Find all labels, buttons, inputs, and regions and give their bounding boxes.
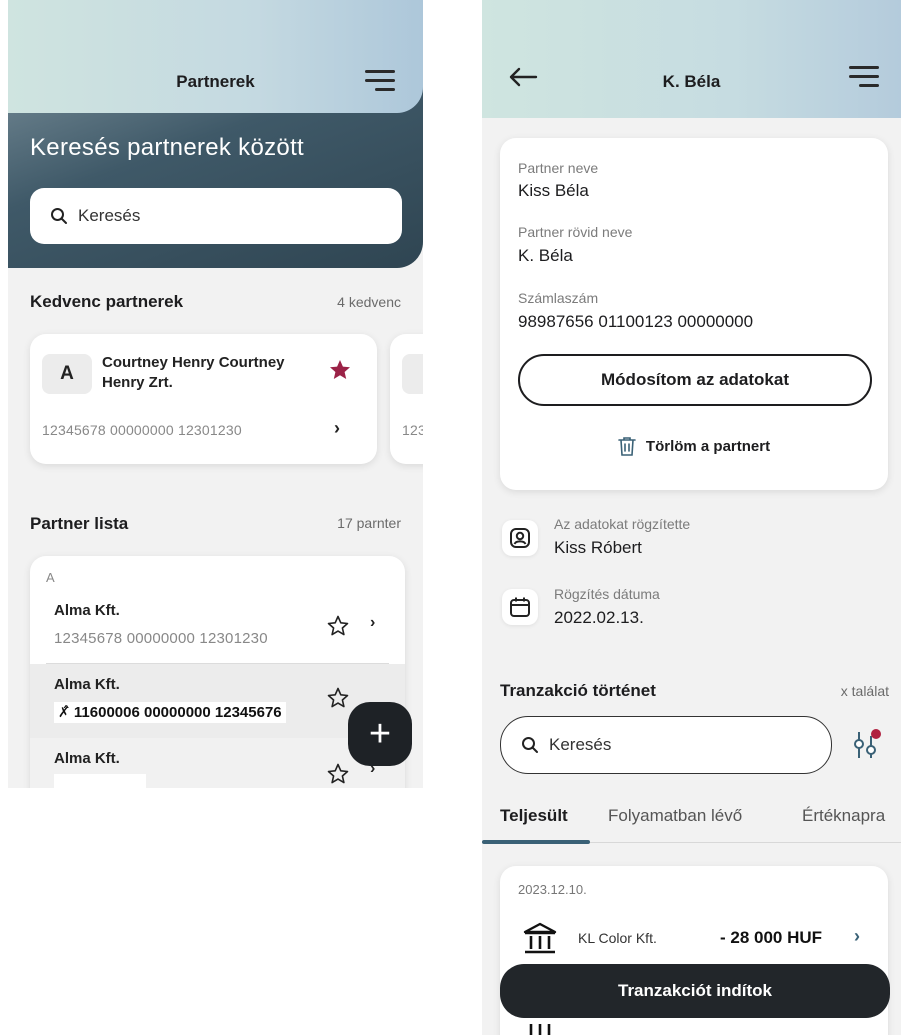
short-name-value: K. Béla bbox=[518, 246, 573, 265]
star-outline-icon[interactable] bbox=[326, 614, 350, 638]
bank-icon bbox=[523, 922, 557, 954]
partner-name-label: Partner neve bbox=[518, 160, 599, 176]
user-icon bbox=[502, 520, 538, 556]
group-letter: A bbox=[46, 570, 55, 585]
partner-account: 12345678 00000000 12301230 bbox=[42, 422, 242, 438]
transactions-count: x találat bbox=[840, 683, 889, 699]
record-date-label: Rögzítés dátuma bbox=[554, 586, 660, 602]
transactions-title: Tranzakció történet bbox=[500, 681, 656, 700]
trash-icon bbox=[618, 437, 636, 456]
list-item[interactable]: Alma Kft. 12345678 00000000 12301230 › bbox=[30, 592, 405, 664]
list-item-name: Alma Kft. bbox=[54, 750, 120, 767]
edit-partner-button[interactable]: Módosítom az adatokat bbox=[518, 354, 872, 406]
list-item-account bbox=[54, 774, 146, 788]
page-title: K. Béla bbox=[662, 72, 721, 91]
chevron-right-icon[interactable]: › bbox=[370, 614, 375, 632]
short-name-label: Partner rövid neve bbox=[518, 224, 633, 240]
avatar: A bbox=[42, 354, 92, 394]
favorite-partner-card[interactable]: A Courtney Henry Courtney Henry Zrt. 123… bbox=[30, 334, 377, 464]
account-label: Számlaszám bbox=[518, 290, 599, 306]
transaction-search-input[interactable]: Keresés bbox=[500, 716, 832, 774]
favorites-count: 4 kedvenc bbox=[337, 294, 401, 310]
menu-icon[interactable] bbox=[365, 70, 395, 92]
partners-screen: Partnerek Keresés partnerek között Keres… bbox=[8, 0, 423, 788]
search-placeholder: Keresés bbox=[549, 735, 612, 754]
calendar-icon bbox=[502, 589, 538, 625]
transaction-row[interactable]: KL Color Kft. - 28 000 HUF › bbox=[500, 918, 888, 966]
list-item-name: Alma Kft. bbox=[54, 602, 120, 619]
star-outline-icon[interactable] bbox=[326, 762, 350, 786]
account-value: 98987656 01100123 00000000 bbox=[518, 312, 754, 331]
partner-account: 123 bbox=[402, 422, 423, 438]
add-partner-button[interactable]: + bbox=[348, 702, 412, 766]
list-item-account: ✗̂ 11600006 00000000 12345676 bbox=[54, 702, 286, 723]
search-icon bbox=[51, 208, 67, 224]
recorded-by-value: Kiss Róbert bbox=[554, 538, 642, 557]
search-icon bbox=[522, 737, 538, 753]
partner-list: A Alma Kft. 12345678 00000000 12301230 ›… bbox=[30, 556, 405, 788]
delete-partner-label: Törlöm a partnert bbox=[645, 437, 771, 455]
tab-value-date[interactable]: Értéknapra bbox=[802, 806, 885, 826]
recorded-by-label: Az adatokat rögzítette bbox=[554, 516, 691, 532]
tab-in-progress[interactable]: Folyamatban lévő bbox=[608, 806, 742, 826]
list-item-name: Alma Kft. bbox=[54, 676, 120, 693]
tab-indicator bbox=[482, 840, 590, 844]
tab-completed[interactable]: Teljesült bbox=[500, 806, 568, 826]
delete-partner-button[interactable]: Törlöm a partnert bbox=[500, 436, 888, 456]
avatar bbox=[402, 354, 423, 394]
partner-details-card: Partner neve Kiss Béla Partner rövid nev… bbox=[500, 138, 888, 490]
partner-name-value: Kiss Béla bbox=[518, 181, 589, 200]
search-input[interactable]: Keresés bbox=[30, 188, 402, 244]
partner-list-count: 17 parnter bbox=[337, 515, 401, 531]
partner-detail-screen: K. Béla Partner neve Kiss Béla Partner r… bbox=[482, 0, 901, 1035]
favorite-partner-card-peek[interactable]: 123 bbox=[390, 334, 423, 464]
star-outline-icon[interactable] bbox=[326, 686, 350, 710]
top-bar bbox=[482, 0, 901, 118]
filter-icon[interactable] bbox=[850, 728, 884, 762]
menu-icon[interactable] bbox=[849, 66, 879, 88]
search-placeholder: Keresés bbox=[78, 206, 141, 225]
partner-name: Courtney Henry Courtney Henry Zrt. bbox=[102, 354, 285, 391]
drag-handle-icon: ✗̂ bbox=[58, 704, 70, 720]
page-title: Partnerek bbox=[176, 72, 255, 91]
transaction-amount: - 28 000 HUF bbox=[720, 928, 823, 947]
transaction-partner: KL Color Kft. bbox=[578, 930, 657, 946]
record-date-value: 2022.02.13. bbox=[554, 608, 644, 627]
chevron-right-icon[interactable]: › bbox=[334, 418, 340, 439]
list-item-account: 12345678 00000000 12301230 bbox=[54, 630, 268, 647]
chevron-right-icon[interactable]: › bbox=[854, 926, 860, 947]
top-bar bbox=[8, 0, 423, 113]
star-filled-icon[interactable] bbox=[328, 358, 352, 382]
partner-list-title: Partner lista bbox=[30, 514, 129, 533]
start-transaction-button[interactable]: Tranzakciót indítok bbox=[500, 964, 890, 1018]
transaction-date: 2023.12.10. bbox=[518, 882, 587, 897]
hero-title: Keresés partnerek között bbox=[30, 134, 305, 161]
favorites-title: Kedvenc partnerek bbox=[30, 292, 184, 311]
